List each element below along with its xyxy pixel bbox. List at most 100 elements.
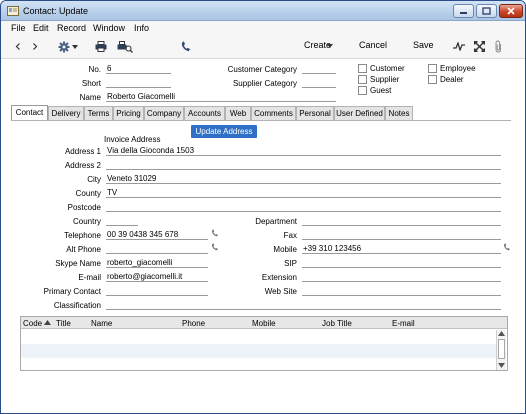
city-field[interactable]: Veneto 31029 <box>106 173 501 184</box>
maximize-button[interactable] <box>476 4 497 18</box>
employee-checkbox[interactable] <box>428 64 437 73</box>
dealer-checkbox[interactable] <box>428 75 437 84</box>
print-icon[interactable] <box>95 41 107 52</box>
column-email[interactable]: E-mail <box>392 319 415 328</box>
scroll-down-icon[interactable] <box>498 363 505 368</box>
menu-record[interactable]: Record <box>57 23 86 33</box>
chevron-down-icon[interactable] <box>72 45 78 49</box>
no-field[interactable]: 6 <box>106 63 171 74</box>
website-label: Web Site <box>264 287 297 296</box>
tab-web[interactable]: Web <box>225 106 251 120</box>
contacts-grid: Code Title Name Phone Mobile Job Title E… <box>20 316 508 371</box>
supplier-checkbox[interactable] <box>358 75 367 84</box>
column-mobile[interactable]: Mobile <box>252 319 276 328</box>
create-dropdown-icon[interactable] <box>327 44 333 48</box>
phone-dial-icon[interactable] <box>503 243 511 251</box>
column-code[interactable]: Code <box>23 319 42 328</box>
skype-field[interactable]: roberto_giacomelli <box>106 257 208 268</box>
extension-label: Extension <box>261 273 297 282</box>
customer-checkbox-label: Customer <box>370 64 405 73</box>
sort-ascending-icon[interactable] <box>44 320 51 325</box>
tab-terms[interactable]: Terms <box>84 106 113 120</box>
column-name[interactable]: Name <box>91 319 112 328</box>
dealer-checkbox-label: Dealer <box>440 75 464 84</box>
column-phone[interactable]: Phone <box>182 319 205 328</box>
title-bar[interactable]: Contact: Update <box>1 1 525 21</box>
tab-pricing[interactable]: Pricing <box>113 106 144 120</box>
close-window-button[interactable] <box>499 4 523 18</box>
customer-category-field[interactable] <box>302 63 336 74</box>
telephone-label: Telephone <box>64 231 101 240</box>
customer-checkbox[interactable] <box>358 64 367 73</box>
short-field[interactable] <box>106 77 171 88</box>
grid-scrollbar[interactable] <box>496 330 506 370</box>
guest-checkbox[interactable] <box>358 86 367 95</box>
address2-field[interactable] <box>106 159 501 170</box>
minimize-button[interactable] <box>453 4 474 18</box>
county-field[interactable]: TV <box>106 187 501 198</box>
phone-icon[interactable] <box>181 41 191 52</box>
attachment-icon[interactable] <box>494 40 503 53</box>
mobile-field[interactable]: +39 310 123456 <box>302 243 501 254</box>
fax-field[interactable] <box>302 229 501 240</box>
activity-icon[interactable] <box>453 42 465 51</box>
update-address-button[interactable]: Update Address <box>191 125 257 138</box>
menu-bar: File Edit Record Window Info <box>1 21 525 35</box>
name-label: Name <box>79 93 101 102</box>
tab-accounts[interactable]: Accounts <box>184 106 225 120</box>
telephone-field[interactable]: 00 39 0438 345 678 <box>106 229 208 240</box>
menu-window[interactable]: Window <box>93 23 125 33</box>
postcode-field[interactable] <box>106 201 501 212</box>
phone-dial-icon[interactable] <box>211 229 219 237</box>
grid-row[interactable] <box>21 344 497 358</box>
record-form: No. 6 Short Name Roberto Giacomelli Cust… <box>1 59 525 413</box>
email-field[interactable]: roberto@giacomelli.it <box>106 271 208 282</box>
grid-row[interactable] <box>21 358 497 370</box>
gear-icon[interactable] <box>58 41 70 53</box>
country-field[interactable] <box>106 215 138 226</box>
phone-dial-icon[interactable] <box>211 243 219 251</box>
tab-user-defined[interactable]: User Defined <box>334 106 385 120</box>
department-field[interactable] <box>302 215 501 226</box>
name-field[interactable]: Roberto Giacomelli <box>106 91 336 102</box>
address2-label: Address 2 <box>64 161 101 170</box>
menu-info[interactable]: Info <box>134 23 149 33</box>
supplier-category-label: Supplier Category <box>232 79 297 88</box>
next-record-icon[interactable] <box>31 42 39 51</box>
supplier-checkbox-label: Supplier <box>370 75 400 84</box>
employee-checkbox-label: Employee <box>440 64 476 73</box>
tab-comments[interactable]: Comments <box>251 106 296 120</box>
extension-field[interactable] <box>302 271 501 282</box>
sip-label: SIP <box>284 259 297 268</box>
address1-field[interactable]: Via della Gioconda 1503 <box>106 145 501 156</box>
primary-contact-label: Primary Contact <box>43 287 101 296</box>
toolbar: Create Cancel Save <box>1 35 525 59</box>
print-preview-icon[interactable] <box>117 41 133 53</box>
tab-contact[interactable]: Contact <box>11 105 48 120</box>
menu-edit[interactable]: Edit <box>33 23 49 33</box>
grid-row[interactable] <box>21 330 497 344</box>
alt-phone-field[interactable] <box>106 243 208 254</box>
previous-record-icon[interactable] <box>14 42 22 51</box>
alt-phone-label: Alt Phone <box>66 245 101 254</box>
column-job-title[interactable]: Job Title <box>322 319 352 328</box>
classification-field[interactable] <box>106 299 501 310</box>
tab-personal[interactable]: Personal <box>296 106 334 120</box>
primary-contact-field[interactable] <box>106 285 208 296</box>
website-field[interactable] <box>302 285 501 296</box>
close-icon <box>507 7 515 15</box>
expand-icon[interactable] <box>474 41 485 52</box>
supplier-category-field[interactable] <box>302 77 336 88</box>
save-button[interactable]: Save <box>413 40 434 50</box>
address1-label: Address 1 <box>64 147 101 156</box>
cancel-button[interactable]: Cancel <box>359 40 387 50</box>
tab-delivery[interactable]: Delivery <box>48 106 84 120</box>
scroll-up-icon[interactable] <box>498 331 505 336</box>
sip-field[interactable] <box>302 257 501 268</box>
tab-notes[interactable]: Notes <box>385 106 413 120</box>
country-label: Country <box>72 217 101 226</box>
scroll-thumb[interactable] <box>498 339 505 359</box>
tab-company[interactable]: Company <box>144 106 184 120</box>
menu-file[interactable]: File <box>11 23 26 33</box>
column-title[interactable]: Title <box>56 319 71 328</box>
